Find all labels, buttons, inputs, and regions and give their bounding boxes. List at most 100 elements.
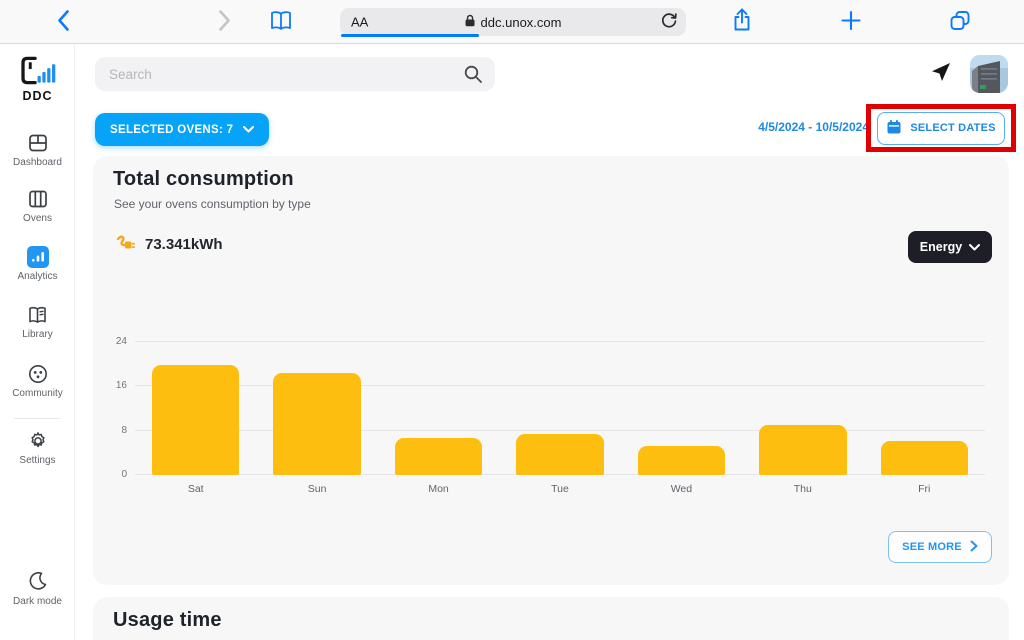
page-load-progress (341, 34, 479, 37)
logo-text: DDC (0, 89, 75, 103)
gear-icon (0, 430, 75, 452)
total-consumption-card: Total consumption See your ovens consump… (93, 156, 1009, 585)
selected-ovens-label: SELECTED OVENS: 7 (110, 124, 233, 136)
url-text: ddc.unox.com (481, 15, 562, 30)
sidebar-item-community[interactable]: Community (0, 363, 75, 399)
reload-button[interactable] (660, 12, 678, 33)
sidebar-divider (14, 418, 60, 419)
chevron-right-icon (219, 10, 232, 35)
main-content: SELECTED OVENS: 7 4/5/2024 - 10/5/2024 S… (75, 44, 1024, 640)
bar-thu[interactable] (759, 425, 846, 475)
energy-plug-icon (113, 232, 139, 254)
y-axis-tick-label: 24 (101, 337, 127, 347)
date-range-text: 4/5/2024 - 10/5/2024 (758, 120, 869, 134)
x-axis-label: Sun (256, 483, 377, 495)
consumption-type-label: Energy (920, 240, 962, 254)
tabs-button[interactable] (948, 9, 972, 36)
community-icon (0, 363, 75, 385)
sidebar-item-label: Analytics (0, 271, 75, 282)
chevron-left-icon (57, 10, 70, 35)
open-book-icon (269, 10, 293, 35)
sidebar-item-dashboard[interactable]: Dashboard (0, 132, 75, 168)
sidebar-item-analytics[interactable]: Analytics (0, 246, 75, 282)
search-icon[interactable] (463, 64, 483, 84)
sidebar-item-label: Community (0, 388, 75, 399)
x-axis-label: Tue (499, 483, 620, 495)
bar-column (256, 342, 377, 475)
sidebar-item-ovens[interactable]: Ovens (0, 188, 75, 224)
reader-options-button[interactable]: AA (351, 15, 368, 30)
chart-plot (135, 342, 985, 475)
sidebar-item-label: Ovens (0, 213, 75, 224)
bar-fri[interactable] (881, 441, 968, 475)
x-axis-label: Wed (621, 483, 742, 495)
x-axis-label: Mon (378, 483, 499, 495)
reload-icon (660, 12, 678, 33)
new-tab-button[interactable] (840, 10, 862, 35)
bar-column (621, 342, 742, 475)
select-dates-button[interactable]: SELECT DATES (877, 112, 1005, 145)
ovens-icon (0, 188, 75, 210)
bar-mon[interactable] (395, 438, 482, 475)
dark-mode-toggle[interactable]: Dark mode (0, 571, 75, 607)
tabs-icon (948, 9, 972, 36)
card-title: Total consumption (113, 168, 294, 191)
library-icon (0, 304, 75, 326)
app-logo[interactable]: DDC (0, 56, 75, 103)
sidebar-item-label: Dashboard (0, 157, 75, 168)
lock-icon (465, 14, 476, 30)
y-axis-tick-label: 8 (101, 426, 127, 436)
bar-column (378, 342, 499, 475)
selected-ovens-button[interactable]: SELECTED OVENS: 7 (95, 113, 269, 146)
sidebar-item-label: Settings (0, 455, 75, 466)
chart-xlabels: SatSunMonTueWedThuFri (135, 483, 985, 495)
bar-column (499, 342, 620, 475)
address-bar[interactable]: AA ddc.unox.com (340, 8, 686, 36)
consumption-type-dropdown[interactable]: Energy (908, 231, 992, 263)
y-axis-tick-label: 0 (101, 470, 127, 480)
see-more-label: SEE MORE (902, 541, 962, 553)
see-more-button[interactable]: SEE MORE (888, 531, 992, 563)
bar-wed[interactable] (638, 446, 725, 475)
dark-mode-label: Dark mode (0, 596, 75, 607)
ddc-logo-icon (18, 72, 58, 89)
x-axis-label: Sat (135, 483, 256, 495)
plus-icon (840, 10, 862, 35)
annotation-highlight-box: SELECT DATES (866, 104, 1016, 152)
browser-back-button[interactable] (57, 10, 70, 35)
bar-column (742, 342, 863, 475)
bar-column (864, 342, 985, 475)
app-frame: DDC Dashboard Ovens Analytics Library Co (0, 44, 1024, 640)
screen: AA ddc.unox.com DDC (0, 0, 1024, 640)
card-title: Usage time (113, 609, 222, 632)
y-axis-tick-label: 16 (101, 381, 127, 391)
share-button[interactable] (731, 7, 753, 36)
sidebar-item-settings[interactable]: Settings (0, 430, 75, 466)
moon-icon (0, 571, 75, 593)
x-axis-label: Thu (742, 483, 863, 495)
building-photo (970, 80, 1008, 93)
chevron-right-icon (970, 540, 978, 555)
chevron-down-icon (243, 124, 254, 136)
total-consumption-value: 73.341kWh (145, 236, 223, 253)
sidebar-item-label: Library (0, 329, 75, 340)
browser-toolbar: AA ddc.unox.com (0, 0, 1024, 44)
usage-time-card: Usage time See usage time by activity ty… (93, 597, 1009, 640)
card-subtitle: See your ovens consumption by type (114, 197, 311, 211)
paper-plane-icon (929, 60, 953, 87)
sidebar-item-library[interactable]: Library (0, 304, 75, 340)
calendar-icon (886, 119, 902, 138)
url-display: ddc.unox.com (465, 14, 562, 30)
bar-column (135, 342, 256, 475)
bar-tue[interactable] (516, 434, 603, 475)
browser-forward-button[interactable] (219, 10, 232, 35)
send-button[interactable] (926, 58, 956, 88)
avatar[interactable] (970, 55, 1008, 93)
bar-sat[interactable] (152, 365, 239, 475)
search-input[interactable] (95, 57, 495, 91)
analytics-icon (0, 246, 75, 268)
chart-bars (135, 342, 985, 475)
select-dates-label: SELECT DATES (910, 122, 995, 134)
bar-sun[interactable] (273, 373, 360, 475)
reading-list-button[interactable] (269, 10, 293, 35)
